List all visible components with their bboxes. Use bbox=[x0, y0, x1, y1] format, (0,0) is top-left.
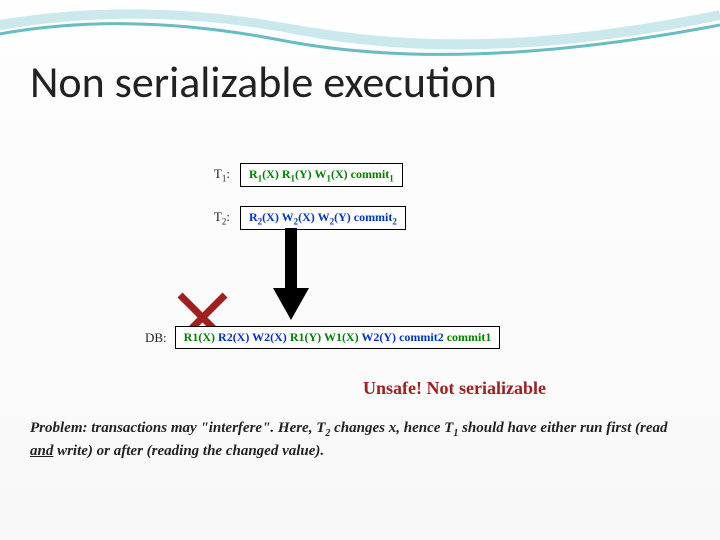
t2-row: T2: R2(X) W2(X) W2(Y) commit2 bbox=[210, 206, 406, 230]
t1-operations: R1(X) R1(Y) W1(X) commit1 bbox=[240, 163, 403, 187]
slide-title: Non serializable execution bbox=[30, 55, 497, 109]
unsafe-text: Unsafe! Not serializable bbox=[363, 378, 546, 399]
t2-operations: R2(X) W2(X) W2(Y) commit2 bbox=[240, 206, 406, 230]
db-sequence: R1(X) R2(X) W2(X) R1(Y) W1(X) W2(Y) comm… bbox=[175, 326, 501, 349]
db-label: DB: bbox=[145, 330, 167, 346]
db-row: DB: R1(X) R2(X) W2(X) R1(Y) W1(X) W2(Y) … bbox=[145, 326, 500, 349]
problem-text: Problem: transactions may "interfere". H… bbox=[30, 418, 690, 461]
t1-label: T1: bbox=[210, 166, 230, 184]
arrow-down-icon bbox=[273, 228, 309, 323]
t2-label: T2: bbox=[210, 209, 230, 227]
t1-row: T1: R1(X) R1(Y) W1(X) commit1 bbox=[210, 163, 403, 187]
